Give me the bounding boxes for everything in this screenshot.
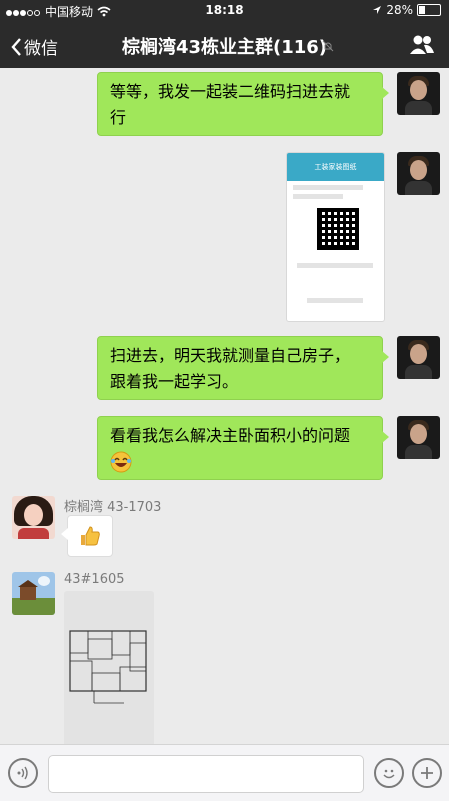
- battery-icon: [417, 4, 441, 16]
- battery-percent: 28%: [386, 3, 413, 17]
- image-banner: 工装家装图纸: [287, 153, 384, 181]
- message-text: 扫进去，明天我就测量自己房子，: [110, 346, 351, 365]
- nav-bar: 微信 棕榈湾43栋业主群(116): [0, 22, 449, 68]
- my-avatar[interactable]: [397, 416, 440, 459]
- emoji-message[interactable]: [61, 515, 113, 557]
- floor-plan-icon: [69, 630, 147, 704]
- sender-name: 棕榈湾 43-1703: [64, 500, 162, 515]
- voice-icon: [17, 766, 28, 780]
- emoji-button[interactable]: [374, 758, 404, 788]
- message-text: 跟着我一起学习。: [110, 372, 239, 391]
- message-input[interactable]: [48, 755, 364, 793]
- message-bubble[interactable]: 看看我怎么解决主卧面积小的问题: [97, 416, 389, 480]
- status-bar: 中国移动 18:18 28%: [0, 0, 449, 22]
- message-text: 看看我怎么解决主卧面积小的问题: [110, 426, 351, 445]
- qr-code-icon: [317, 208, 359, 250]
- member-avatar[interactable]: [12, 572, 55, 615]
- qr-code-image-message[interactable]: 工装家装图纸: [286, 152, 385, 322]
- floor-plan-image-message[interactable]: [64, 591, 154, 744]
- location-arrow-icon: [373, 6, 382, 14]
- my-avatar[interactable]: [397, 336, 440, 379]
- group-info-icon[interactable]: [409, 34, 435, 56]
- laughing-tears-emoji-icon: [110, 451, 132, 473]
- smiley-icon: [383, 769, 395, 779]
- message-bubble[interactable]: 扫进去，明天我就测量自己房子， 跟着我一起学习。: [97, 336, 389, 400]
- chat-title: 棕榈湾43栋业主群(116): [121, 37, 328, 58]
- status-right: 28%: [372, 3, 441, 17]
- member-avatar[interactable]: [12, 496, 55, 539]
- message-text: 等等，我发一起装二维码扫进去就: [110, 82, 351, 101]
- sender-name: 43#1605: [64, 572, 125, 587]
- mute-bell-icon: [322, 40, 334, 52]
- thumbs-up-icon: [81, 526, 100, 546]
- my-avatar[interactable]: [397, 152, 440, 195]
- my-avatar[interactable]: [397, 72, 440, 115]
- plus-icon: [421, 767, 433, 779]
- input-bar: [0, 744, 449, 801]
- message-text: 行: [110, 108, 127, 127]
- more-actions-button[interactable]: [412, 758, 442, 788]
- voice-toggle-button[interactable]: [8, 758, 38, 788]
- message-list[interactable]: 等等，我发一起装二维码扫进去就 行 工装家装图纸 扫进去，明天我就测量自己房子，…: [0, 68, 449, 744]
- message-bubble[interactable]: 等等，我发一起装二维码扫进去就 行: [97, 72, 389, 136]
